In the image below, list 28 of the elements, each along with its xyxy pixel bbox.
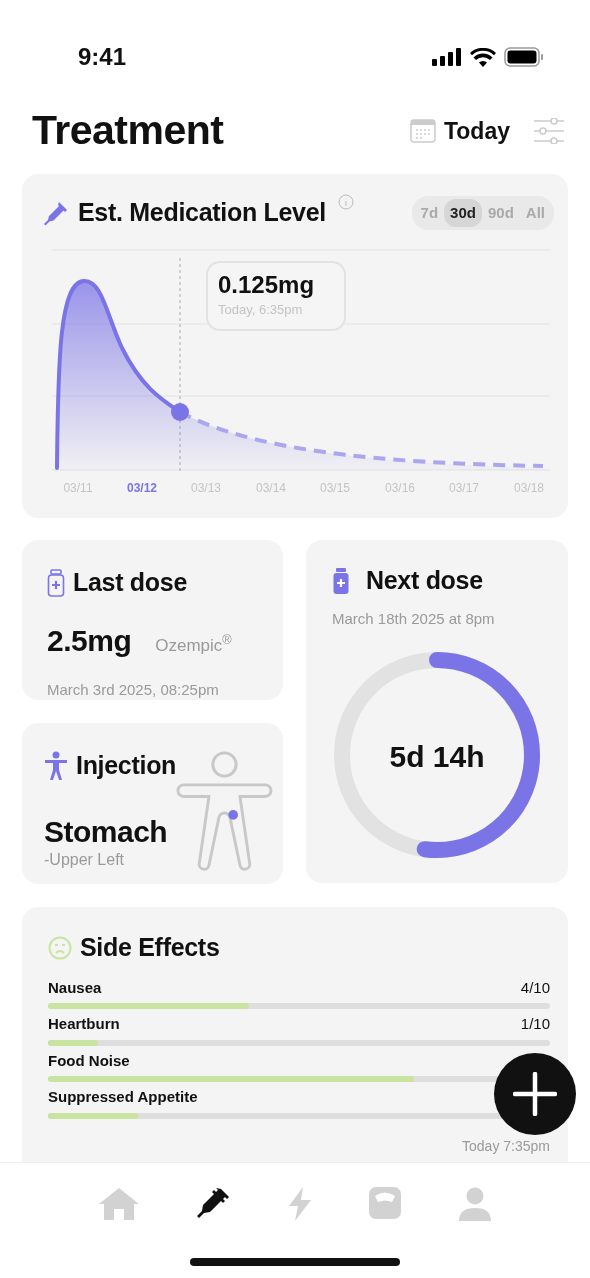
dose-time: March 3rd 2025, 08:25pm [47,679,220,700]
side-effect-name: Heartburn [48,1014,120,1034]
date-label: 03/12 [127,480,157,495]
tooltip-value: 0.125mg [218,271,316,300]
card-title: Last dose [73,567,187,598]
dose-amount: 2.5mg [47,622,132,659]
side-effect-name: Suppressed Appetite [48,1087,198,1107]
status-time: 9:41 [78,42,127,72]
card-title: Side Effects [80,932,220,963]
card-title: Next dose [366,565,483,596]
range-tab[interactable]: 90d [481,198,520,227]
site-detail: -Upper Left [44,849,126,870]
page-title: Treatment [32,106,224,156]
side-effect-name: Nausea [48,977,102,998]
range-tab[interactable]: 30d [444,198,482,227]
countdown-text: 5d 14h [388,739,486,775]
side-effect-score: 1/10 [520,1014,550,1034]
range-tab[interactable]: All [519,198,551,227]
side-effect-score: 4/10 [520,977,550,998]
range-tab[interactable]: 7d [414,198,445,227]
injection-site: Stomach [44,813,169,850]
update-time: Today 7:35pm [461,1136,550,1156]
date-button[interactable]: Today [409,113,510,149]
next-dose-time: March 18th 2025 at 8pm [332,608,496,629]
medication-name: Ozempic$^{®}$ [155,632,232,657]
card-title: Injection [76,750,177,781]
side-effect-name: Food Noise [48,1050,130,1071]
card-title: Est. Medication Level [78,197,326,228]
